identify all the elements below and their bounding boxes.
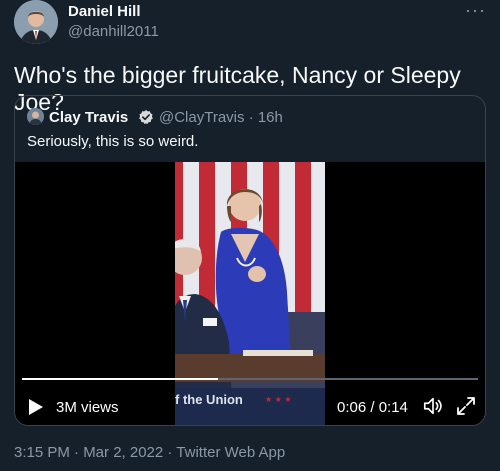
svg-text:★ ★ ★: ★ ★ ★ xyxy=(265,395,292,404)
video-frame: f the Union ★ ★ ★ xyxy=(175,162,325,425)
video-time: 0:06 / 0:14 xyxy=(337,399,408,416)
quoted-text: Seriously, this is so weird. xyxy=(27,133,199,150)
tweet-timestamp[interactable]: 3:15 PM · Mar 2, 2022 · Twitter Web App xyxy=(14,444,285,461)
video-views: 3M views xyxy=(56,399,119,416)
more-icon[interactable]: ··· xyxy=(465,0,486,21)
author-handle[interactable]: @danhill2011 xyxy=(68,23,159,40)
video-player[interactable]: f the Union ★ ★ ★ 3M views 0:06 / 0:14 xyxy=(15,162,485,425)
fullscreen-icon[interactable] xyxy=(456,396,476,416)
play-icon[interactable] xyxy=(28,398,44,416)
quoted-tweet-card[interactable]: Clay Travis @ClayTravis · 16h Seriously,… xyxy=(14,95,486,426)
video-banner-text: f the Union xyxy=(175,392,243,407)
verified-badge-icon xyxy=(139,110,153,125)
avatar[interactable] xyxy=(14,0,58,44)
volume-icon[interactable] xyxy=(422,395,444,417)
avatar-photo xyxy=(14,0,58,44)
quoted-handle-time: @ClayTravis · 16h xyxy=(159,109,283,126)
quoted-avatar xyxy=(27,108,44,125)
author-name[interactable]: Daniel Hill xyxy=(68,3,141,20)
video-progress-fill xyxy=(22,378,219,380)
quoted-author-name: Clay Travis xyxy=(49,109,129,126)
video-progress-bar[interactable] xyxy=(22,378,478,380)
